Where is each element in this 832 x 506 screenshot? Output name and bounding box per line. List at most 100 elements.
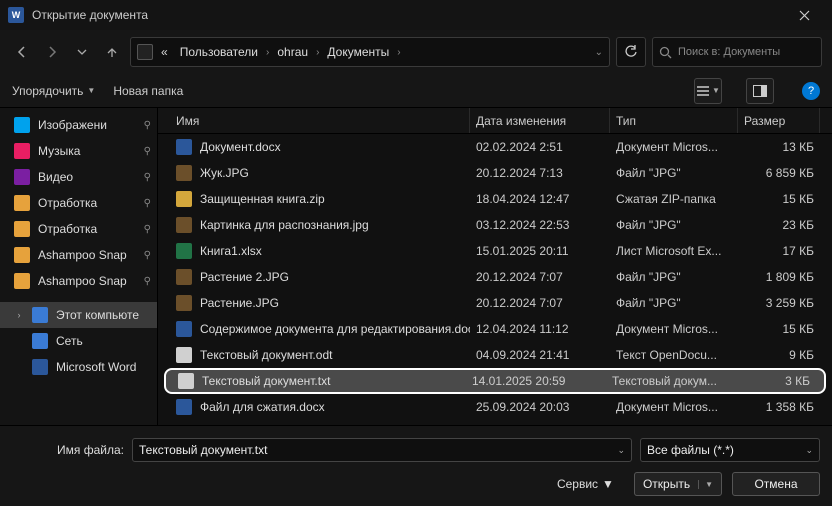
file-icon: [176, 165, 192, 181]
file-icon: [178, 373, 194, 389]
chevron-down-icon: ▼: [698, 480, 713, 489]
file-type: Документ Micros...: [610, 400, 738, 414]
filename-input[interactable]: Текстовый документ.txt ⌄: [132, 438, 632, 462]
file-rows: Документ.docx02.02.2024 2:51Документ Mic…: [158, 134, 832, 425]
chevron-right-icon: ›: [397, 47, 400, 58]
column-date[interactable]: Дата изменения: [470, 108, 610, 133]
help-button[interactable]: ?: [802, 82, 820, 100]
file-row[interactable]: Растение 2.JPG20.12.2024 7:07Файл "JPG"1…: [158, 264, 832, 290]
pin-icon: ⚲: [144, 276, 151, 287]
search-input[interactable]: Поиск в: Документы: [652, 37, 822, 67]
file-row[interactable]: Жук.JPG20.12.2024 7:13Файл "JPG"6 859 КБ: [158, 160, 832, 186]
breadcrumb-user[interactable]: ohrau: [273, 43, 312, 61]
dialog-body: Изображени⚲Музыка⚲Видео⚲Отработка⚲Отрабо…: [0, 108, 832, 425]
word-app-icon: W: [8, 7, 24, 23]
file-row[interactable]: Содержимое документа для редактирования.…: [158, 316, 832, 342]
forward-button[interactable]: [40, 38, 64, 66]
column-name[interactable]: Имя: [170, 108, 470, 133]
file-row[interactable]: Растение.JPG20.12.2024 7:07Файл "JPG"3 2…: [158, 290, 832, 316]
pin-icon: ⚲: [144, 146, 151, 157]
pin-icon: ⚲: [144, 172, 151, 183]
file-row[interactable]: Картинка для распознания.jpg03.12.2024 2…: [158, 212, 832, 238]
pin-icon: ⚲: [144, 224, 151, 235]
sidebar-item[interactable]: Ashampoo Snap⚲: [0, 242, 157, 268]
new-folder-button[interactable]: Новая папка: [113, 84, 183, 98]
open-file-dialog: W Открытие документа « Пользователи › oh…: [0, 0, 832, 506]
sidebar-item-pc[interactable]: ›Этот компьюте: [0, 302, 157, 328]
file-size: 1 809 КБ: [738, 270, 820, 284]
up-button[interactable]: [100, 38, 124, 66]
column-size[interactable]: Размер: [738, 108, 820, 133]
sidebar-item-label: Ashampoo Snap: [38, 274, 127, 288]
chevron-down-icon[interactable]: ⌄: [617, 445, 625, 456]
breadcrumb-users[interactable]: Пользователи: [176, 43, 262, 61]
file-row[interactable]: Защищенная книга.zip18.04.2024 12:47Сжат…: [158, 186, 832, 212]
chevron-right-icon: ›: [266, 47, 269, 58]
sidebar-item[interactable]: Отработка⚲: [0, 190, 157, 216]
file-icon: [176, 243, 192, 259]
sidebar-item-net[interactable]: Сеть: [0, 328, 157, 354]
toolbar: Упорядочить ▼ Новая папка ▼ ?: [0, 74, 832, 108]
file-type: Файл "JPG": [610, 296, 738, 310]
breadcrumb-root[interactable]: «: [157, 43, 172, 61]
service-menu[interactable]: Сервис ▼: [557, 477, 614, 491]
sidebar-item[interactable]: Видео ⚲: [0, 164, 157, 190]
file-icon: [176, 191, 192, 207]
sidebar-item-word[interactable]: Microsoft Word: [0, 354, 157, 380]
organize-menu[interactable]: Упорядочить ▼: [12, 84, 95, 98]
file-row[interactable]: Текстовый документ.odt04.09.2024 21:41Те…: [158, 342, 832, 368]
close-button[interactable]: [784, 0, 824, 30]
open-button[interactable]: Открыть ▼: [634, 472, 722, 496]
sidebar-item[interactable]: Отработка⚲: [0, 216, 157, 242]
cancel-button[interactable]: Отмена: [732, 472, 820, 496]
file-icon: [176, 217, 192, 233]
refresh-button[interactable]: [616, 37, 646, 67]
file-type: Документ Micros...: [610, 140, 738, 154]
file-name: Растение.JPG: [200, 296, 279, 310]
file-date: 12.04.2024 11:12: [470, 322, 610, 336]
window-title: Открытие документа: [32, 8, 784, 22]
file-date: 18.04.2024 12:47: [470, 192, 610, 206]
file-icon: [176, 347, 192, 363]
sidebar-item-label: Сеть: [56, 334, 83, 348]
file-size: 9 КБ: [738, 348, 820, 362]
expand-icon[interactable]: ›: [14, 310, 24, 320]
chevron-down-icon[interactable]: ⌄: [595, 47, 603, 58]
file-name: Текстовый документ.txt: [202, 374, 330, 388]
recent-button[interactable]: [70, 38, 94, 66]
folder-icon: [14, 143, 30, 159]
sidebar-item-label: Видео: [38, 170, 73, 184]
navigation-bar: « Пользователи › ohrau › Документы › ⌄ П…: [0, 30, 832, 74]
folder-icon: [14, 195, 30, 211]
chevron-right-icon: ›: [316, 47, 319, 58]
file-type-filter[interactable]: Все файлы (*.*) ⌄: [640, 438, 820, 462]
file-date: 25.09.2024 20:03: [470, 400, 610, 414]
sidebar-item[interactable]: Ashampoo Snap ⚲: [0, 268, 157, 294]
list-view-icon: [696, 85, 710, 97]
breadcrumb-folder[interactable]: Документы: [323, 43, 393, 61]
file-row[interactable]: Книга1.xlsx15.01.2025 20:11Лист Microsof…: [158, 238, 832, 264]
view-options-button[interactable]: ▼: [694, 78, 722, 104]
file-name: Жук.JPG: [200, 166, 249, 180]
back-button[interactable]: [10, 38, 34, 66]
file-row[interactable]: Документ.docx02.02.2024 2:51Документ Mic…: [158, 134, 832, 160]
file-size: 15 КБ: [738, 192, 820, 206]
file-name: Картинка для распознания.jpg: [200, 218, 369, 232]
search-placeholder: Поиск в: Документы: [678, 46, 780, 58]
file-row[interactable]: Текстовый документ.txt14.01.2025 20:59Те…: [164, 368, 826, 394]
help-icon: ?: [808, 85, 814, 97]
refresh-icon: [624, 45, 638, 59]
file-row[interactable]: Файл для сжатия.docx25.09.2024 20:03Доку…: [158, 394, 832, 420]
file-size: 17 КБ: [738, 244, 820, 258]
folder-icon: [14, 117, 30, 133]
sidebar-item[interactable]: Музыка⚲: [0, 138, 157, 164]
address-bar[interactable]: « Пользователи › ohrau › Документы › ⌄: [130, 37, 610, 67]
file-date: 20.12.2024 7:07: [470, 296, 610, 310]
preview-pane-button[interactable]: [746, 78, 774, 104]
file-name: Текстовый документ.odt: [200, 348, 332, 362]
file-size: 3 КБ: [734, 374, 816, 388]
sidebar-item[interactable]: Изображени⚲: [0, 112, 157, 138]
chevron-down-icon: ▼: [87, 86, 95, 95]
file-size: 6 859 КБ: [738, 166, 820, 180]
column-type[interactable]: Тип: [610, 108, 738, 133]
